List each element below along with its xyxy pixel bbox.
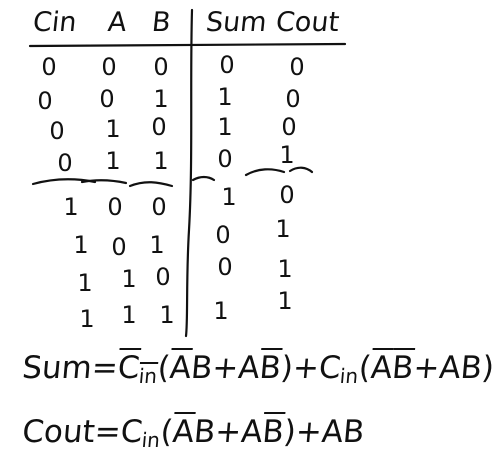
cell-a: 1 [105, 115, 121, 143]
b-term: B [341, 414, 366, 450]
half-divider-seg-5 [244, 168, 286, 177]
cell-a: 0 [101, 53, 117, 81]
cell-sum: 1 [217, 83, 233, 111]
half-divider-seg-3 [128, 181, 174, 188]
cell-cout: 1 [277, 287, 293, 315]
cell-a: 0 [99, 85, 115, 113]
cell-sum: 0 [215, 221, 231, 249]
cell-a: 0 [111, 233, 127, 261]
sum-equation: Sum=Cin(AB+AB)+Cin(AB+AB) [20, 350, 496, 394]
sum-lhs: Sum [20, 350, 94, 386]
cell-b: 1 [159, 301, 175, 329]
header-cin: Cin [31, 7, 79, 38]
cell-cin: 0 [37, 87, 53, 115]
cell-cin: 0 [41, 53, 57, 81]
half-divider-seg-2 [80, 179, 128, 185]
cell-cin: 0 [57, 149, 73, 177]
header-sum: Sum [204, 7, 269, 38]
half-divider-seg-4 [191, 175, 216, 182]
cell-cin: 1 [73, 231, 89, 259]
cell-sum: 0 [217, 145, 233, 173]
cell-b: 1 [149, 231, 165, 259]
cell-cin: 1 [77, 269, 93, 297]
header-a: A [106, 7, 129, 38]
plus-sign: + [411, 350, 442, 386]
equals-sign: = [93, 414, 123, 450]
header-cout: Cout [274, 7, 341, 38]
cell-sum: 0 [217, 253, 233, 281]
plus-sign: + [213, 414, 243, 450]
cell-cout: 1 [279, 141, 295, 169]
header-b: B [150, 7, 173, 38]
cell-b: 0 [151, 113, 167, 141]
plus-sign: + [294, 414, 324, 450]
cell-b: 0 [151, 193, 167, 221]
cell-cin: 1 [79, 305, 95, 333]
cell-sum: 1 [217, 113, 233, 141]
whiteboard-canvas: Cin A B Sum Cout 0 0 0 0 0 0 0 1 1 0 0 1… [0, 0, 496, 474]
cell-sum: 1 [213, 297, 229, 325]
input-output-divider [184, 8, 194, 338]
cell-a: 1 [105, 147, 121, 175]
cell-b: 0 [153, 53, 169, 81]
cell-b: 0 [155, 263, 171, 291]
cell-cout: 0 [289, 53, 305, 81]
header-underline [28, 42, 347, 48]
plus-sign: + [291, 350, 321, 386]
cout-lhs: Cout [20, 414, 97, 450]
cell-cout: 1 [275, 215, 291, 243]
cell-a: 1 [121, 265, 137, 293]
cell-cin: 0 [49, 117, 65, 145]
cout-equation: Cout=Cin(AB+AB)+AB [20, 414, 366, 458]
cell-a: 1 [121, 301, 137, 329]
cell-sum: 1 [221, 183, 237, 211]
cell-cout: 0 [279, 181, 295, 209]
cell-cout: 0 [285, 85, 301, 113]
cell-b: 1 [153, 85, 169, 113]
cell-cin: 1 [63, 193, 79, 221]
cell-a: 0 [107, 193, 123, 221]
cin-not: Cin [116, 350, 159, 388]
cell-sum: 0 [219, 51, 235, 79]
cell-b: 1 [153, 147, 169, 175]
cell-cout: 1 [277, 255, 293, 283]
plus-sign: + [210, 350, 240, 386]
cell-cout: 0 [281, 113, 297, 141]
equals-sign: = [90, 350, 120, 386]
